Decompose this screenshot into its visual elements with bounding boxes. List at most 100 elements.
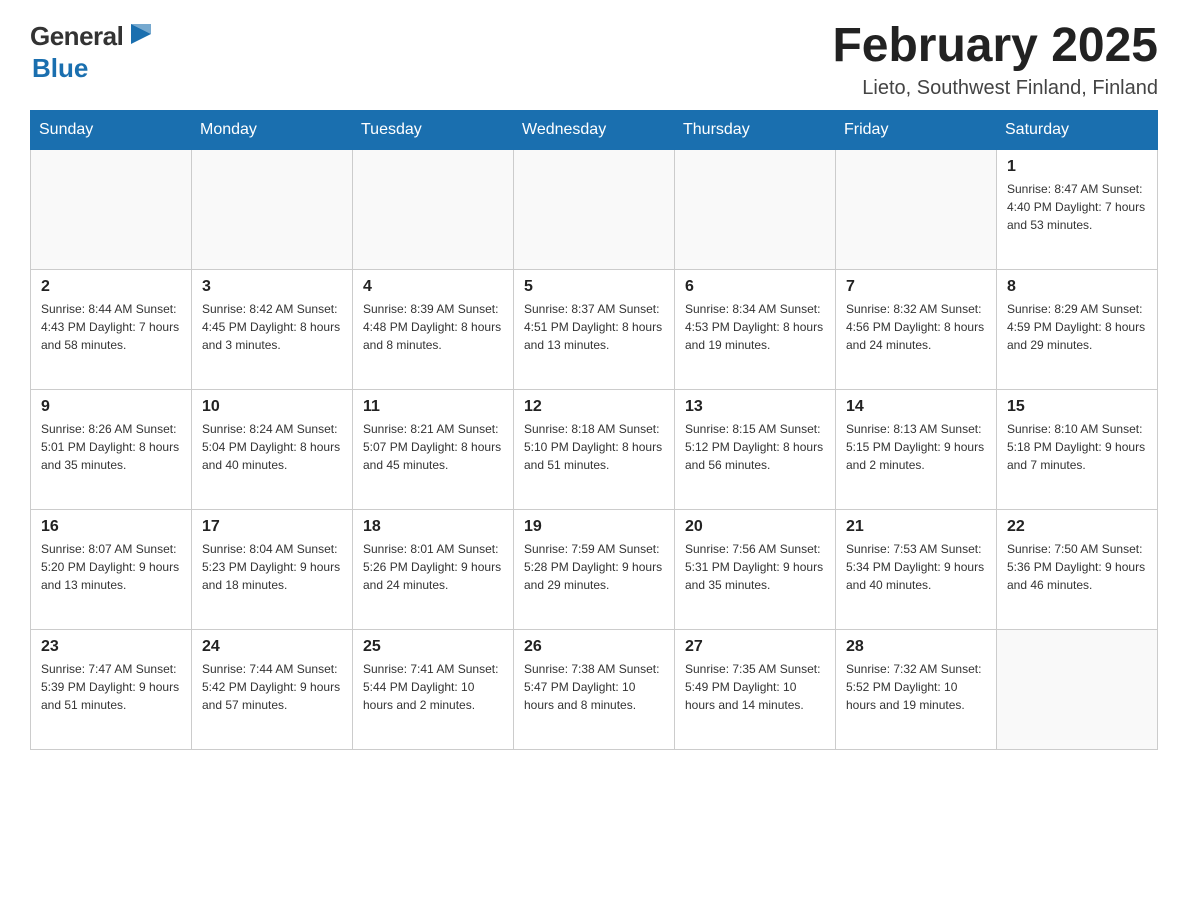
day-number: 27 <box>685 638 825 656</box>
header-row: SundayMondayTuesdayWednesdayThursdayFrid… <box>31 110 1158 149</box>
calendar-day-cell: 3Sunrise: 8:42 AM Sunset: 4:45 PM Daylig… <box>192 269 353 389</box>
calendar-day-cell: 14 Sunrise: 8:13 AM Sunset: 5:15 PM Dayli… <box>836 389 997 509</box>
calendar-header: SundayMondayTuesdayWednesdayThursdayFrid… <box>31 110 1158 149</box>
calendar-day-cell: 7 Sunrise: 8:32 AM Sunset: 4:56 PM Daylig… <box>836 269 997 389</box>
calendar-day-cell: 13 Sunrise: 8:15 AM Sunset: 5:12 PM Dayli… <box>675 389 836 509</box>
calendar-day-cell: 8 Sunrise: 8:29 AM Sunset: 4:59 PM Daylig… <box>997 269 1158 389</box>
day-of-week-header: Sunday <box>31 110 192 149</box>
day-number: 25 <box>363 638 503 656</box>
day-number: 24 <box>202 638 342 656</box>
calendar-body: 1Sunrise: 8:47 AM Sunset: 4:40 PM Daylig… <box>31 149 1158 749</box>
calendar-day-cell: 28Sunrise: 7:32 AM Sunset: 5:52 PM Dayli… <box>836 629 997 749</box>
page-header: General Blue February 2025 Lieto, Southw… <box>30 20 1158 100</box>
day-number: 3 <box>202 278 342 296</box>
day-of-week-header: Monday <box>192 110 353 149</box>
day-number: 8 <box>1007 278 1147 296</box>
day-info: Sunrise: 8:26 AM Sunset: 5:01 PM Dayligh… <box>41 420 181 474</box>
logo-icon <box>127 20 155 53</box>
day-of-week-header: Tuesday <box>353 110 514 149</box>
day-number: 9 <box>41 398 181 416</box>
calendar-day-cell: 19Sunrise: 7:59 AM Sunset: 5:28 PM Dayli… <box>514 509 675 629</box>
day-number: 23 <box>41 638 181 656</box>
day-number: 11 <box>363 398 503 416</box>
calendar-day-cell: 27 Sunrise: 7:35 AM Sunset: 5:49 PM Dayli… <box>675 629 836 749</box>
calendar-week-row: 16 Sunrise: 8:07 AM Sunset: 5:20 PM Dayli… <box>31 509 1158 629</box>
calendar-title: February 2025 <box>832 20 1158 73</box>
calendar-day-cell: 26Sunrise: 7:38 AM Sunset: 5:47 PM Dayli… <box>514 629 675 749</box>
day-info: Sunrise: 8:07 AM Sunset: 5:20 PM Dayligh… <box>41 540 181 594</box>
calendar-day-cell <box>675 149 836 269</box>
day-info: Sunrise: 7:38 AM Sunset: 5:47 PM Dayligh… <box>524 660 664 714</box>
day-number: 16 <box>41 518 181 536</box>
day-info: Sunrise: 7:41 AM Sunset: 5:44 PM Dayligh… <box>363 660 503 714</box>
day-info: Sunrise: 8:13 AM Sunset: 5:15 PM Dayligh… <box>846 420 986 474</box>
day-info: Sunrise: 8:24 AM Sunset: 5:04 PM Dayligh… <box>202 420 342 474</box>
calendar-day-cell: 24 Sunrise: 7:44 AM Sunset: 5:42 PM Dayli… <box>192 629 353 749</box>
calendar-day-cell: 2 Sunrise: 8:44 AM Sunset: 4:43 PM Daylig… <box>31 269 192 389</box>
day-number: 15 <box>1007 398 1147 416</box>
calendar-day-cell: 1Sunrise: 8:47 AM Sunset: 4:40 PM Daylig… <box>997 149 1158 269</box>
day-info: Sunrise: 8:29 AM Sunset: 4:59 PM Dayligh… <box>1007 300 1147 354</box>
calendar-day-cell <box>997 629 1158 749</box>
calendar-day-cell <box>514 149 675 269</box>
calendar-day-cell: 18 Sunrise: 8:01 AM Sunset: 5:26 PM Dayli… <box>353 509 514 629</box>
day-number: 28 <box>846 638 986 656</box>
calendar-day-cell <box>31 149 192 269</box>
calendar-day-cell: 22 Sunrise: 7:50 AM Sunset: 5:36 PM Dayli… <box>997 509 1158 629</box>
day-info: Sunrise: 8:18 AM Sunset: 5:10 PM Dayligh… <box>524 420 664 474</box>
day-number: 12 <box>524 398 664 416</box>
calendar-day-cell <box>192 149 353 269</box>
day-number: 20 <box>685 518 825 536</box>
day-info: Sunrise: 8:04 AM Sunset: 5:23 PM Dayligh… <box>202 540 342 594</box>
day-number: 13 <box>685 398 825 416</box>
calendar-day-cell: 20 Sunrise: 7:56 AM Sunset: 5:31 PM Dayli… <box>675 509 836 629</box>
day-info: Sunrise: 7:53 AM Sunset: 5:34 PM Dayligh… <box>846 540 986 594</box>
logo-blue-text: Blue <box>32 53 88 83</box>
day-number: 2 <box>41 278 181 296</box>
day-number: 21 <box>846 518 986 536</box>
title-section: February 2025 Lieto, Southwest Finland, … <box>832 20 1158 100</box>
day-info: Sunrise: 7:35 AM Sunset: 5:49 PM Dayligh… <box>685 660 825 714</box>
calendar-week-row: 9 Sunrise: 8:26 AM Sunset: 5:01 PM Daylig… <box>31 389 1158 509</box>
day-info: Sunrise: 7:56 AM Sunset: 5:31 PM Dayligh… <box>685 540 825 594</box>
calendar-day-cell: 25 Sunrise: 7:41 AM Sunset: 5:44 PM Dayli… <box>353 629 514 749</box>
calendar-day-cell: 16 Sunrise: 8:07 AM Sunset: 5:20 PM Dayli… <box>31 509 192 629</box>
calendar-subtitle: Lieto, Southwest Finland, Finland <box>832 77 1158 100</box>
calendar-day-cell: 17 Sunrise: 8:04 AM Sunset: 5:23 PM Dayli… <box>192 509 353 629</box>
day-info: Sunrise: 7:44 AM Sunset: 5:42 PM Dayligh… <box>202 660 342 714</box>
logo-general-text: General <box>30 21 123 52</box>
calendar-day-cell: 11Sunrise: 8:21 AM Sunset: 5:07 PM Dayli… <box>353 389 514 509</box>
calendar-day-cell: 21 Sunrise: 7:53 AM Sunset: 5:34 PM Dayli… <box>836 509 997 629</box>
calendar-day-cell: 5Sunrise: 8:37 AM Sunset: 4:51 PM Daylig… <box>514 269 675 389</box>
calendar-day-cell <box>836 149 997 269</box>
calendar-day-cell: 15Sunrise: 8:10 AM Sunset: 5:18 PM Dayli… <box>997 389 1158 509</box>
calendar-week-row: 2 Sunrise: 8:44 AM Sunset: 4:43 PM Daylig… <box>31 269 1158 389</box>
day-info: Sunrise: 8:37 AM Sunset: 4:51 PM Dayligh… <box>524 300 664 354</box>
day-info: Sunrise: 8:32 AM Sunset: 4:56 PM Dayligh… <box>846 300 986 354</box>
day-number: 7 <box>846 278 986 296</box>
day-info: Sunrise: 8:39 AM Sunset: 4:48 PM Dayligh… <box>363 300 503 354</box>
day-info: Sunrise: 8:15 AM Sunset: 5:12 PM Dayligh… <box>685 420 825 474</box>
calendar-day-cell: 23 Sunrise: 7:47 AM Sunset: 5:39 PM Dayli… <box>31 629 192 749</box>
day-info: Sunrise: 8:47 AM Sunset: 4:40 PM Dayligh… <box>1007 180 1147 234</box>
day-of-week-header: Thursday <box>675 110 836 149</box>
day-of-week-header: Wednesday <box>514 110 675 149</box>
day-number: 22 <box>1007 518 1147 536</box>
day-of-week-header: Friday <box>836 110 997 149</box>
logo: General Blue <box>30 20 155 84</box>
day-info: Sunrise: 7:47 AM Sunset: 5:39 PM Dayligh… <box>41 660 181 714</box>
day-of-week-header: Saturday <box>997 110 1158 149</box>
day-info: Sunrise: 7:50 AM Sunset: 5:36 PM Dayligh… <box>1007 540 1147 594</box>
calendar-week-row: 23 Sunrise: 7:47 AM Sunset: 5:39 PM Dayli… <box>31 629 1158 749</box>
day-number: 10 <box>202 398 342 416</box>
day-number: 14 <box>846 398 986 416</box>
calendar-day-cell: 9 Sunrise: 8:26 AM Sunset: 5:01 PM Daylig… <box>31 389 192 509</box>
calendar-day-cell: 4 Sunrise: 8:39 AM Sunset: 4:48 PM Daylig… <box>353 269 514 389</box>
day-number: 4 <box>363 278 503 296</box>
day-number: 18 <box>363 518 503 536</box>
day-number: 17 <box>202 518 342 536</box>
day-info: Sunrise: 8:01 AM Sunset: 5:26 PM Dayligh… <box>363 540 503 594</box>
calendar-day-cell: 10 Sunrise: 8:24 AM Sunset: 5:04 PM Dayli… <box>192 389 353 509</box>
calendar-week-row: 1Sunrise: 8:47 AM Sunset: 4:40 PM Daylig… <box>31 149 1158 269</box>
day-info: Sunrise: 8:44 AM Sunset: 4:43 PM Dayligh… <box>41 300 181 354</box>
